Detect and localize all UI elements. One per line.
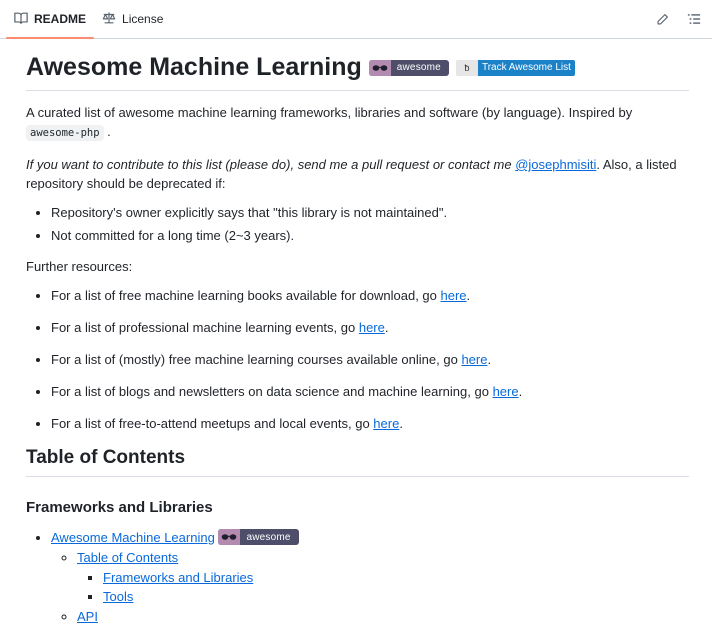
tab-license-label: License [122,12,164,26]
pencil-icon[interactable] [654,11,670,27]
resource-end: . [487,352,492,367]
resource-end: . [399,416,403,431]
tab-readme-label: README [34,12,87,26]
resource-link[interactable]: here [461,352,487,367]
list-item: For a list of professional machine learn… [51,318,689,337]
toc-item: Awesome Machine Learning awesome Table o… [51,528,689,626]
track-awesome-badge-label: Track Awesome List [477,59,575,76]
resource-text: For a list of (mostly) free machine lear… [51,352,458,367]
toc-link[interactable]: API [77,609,98,624]
resource-text: For a list of free machine learning book… [51,288,437,303]
resource-link[interactable]: here [359,320,385,335]
intro-paragraph: A curated list of awesome machine learni… [26,103,689,143]
awesome-badge[interactable]: awesome [368,59,449,76]
track-logo-icon: ƀ [455,59,478,76]
track-awesome-badge[interactable]: ƀ Track Awesome List [455,59,575,76]
list-item: For a list of (mostly) free machine lear… [51,350,689,369]
intro-end: . [107,124,111,139]
toc-link[interactable]: Frameworks and Libraries [103,570,253,585]
resource-link[interactable]: here [441,288,467,303]
resource-text: For a list of free-to-attend meetups and… [51,416,370,431]
toc-item: Frameworks and Libraries [103,568,689,587]
page-title: Awesome Machine Learning awesome ƀ Track… [26,53,689,91]
contribute-italic: If you want to contribute to this list (… [26,157,512,172]
book-icon [14,11,28,28]
toc-heading: Table of Contents [26,447,689,477]
resources-list: For a list of free machine learning book… [26,286,689,433]
awesome-badge[interactable]: awesome [218,529,299,545]
list-item: For a list of free machine learning book… [51,286,689,305]
awesome-badge-label: awesome [396,62,441,73]
toc-item: Table of Contents Frameworks and Librari… [77,548,689,606]
awesome-badge-label: awesome [246,531,291,543]
sunglasses-icon [368,59,391,76]
list-item: Not committed for a long time (2~3 years… [51,226,689,245]
resource-end: . [518,384,523,399]
resource-link[interactable]: here [493,384,519,399]
author-link[interactable]: @josephmisiti [515,157,596,172]
toc-subsublist: Frameworks and Libraries Tools [77,568,689,606]
intro-text: A curated list of awesome machine learni… [26,105,633,120]
toc-sublist: Table of Contents Frameworks and Librari… [51,548,689,626]
contribute-paragraph: If you want to contribute to this list (… [26,155,689,193]
list-item: For a list of free-to-attend meetups and… [51,414,689,433]
toc-list: Awesome Machine Learning awesome Table o… [26,528,689,626]
resource-end: . [384,320,389,335]
toc-link[interactable]: Tools [103,589,133,604]
law-scale-icon [102,11,116,28]
outline-list-icon[interactable] [686,11,702,27]
list-item: Repository's owner explicitly says that … [51,203,689,222]
frameworks-heading: Frameworks and Libraries [26,499,213,516]
tab-actions [654,0,702,38]
page-title-text: Awesome Machine Learning [26,53,362,81]
readme-tabs: README License [0,0,712,39]
readme-content: Awesome Machine Learning awesome ƀ Track… [0,39,712,626]
resource-text: For a list of professional machine learn… [51,320,356,335]
list-item: For a list of blogs and newsletters on d… [51,382,689,401]
toc-item: API [77,607,689,626]
resource-link[interactable]: here [373,416,399,431]
resource-text: For a list of blogs and newsletters on d… [51,384,489,399]
further-resources-label: Further resources: [26,259,133,274]
toc-link[interactable]: Table of Contents [77,550,178,565]
toc-link[interactable]: Awesome Machine Learning [51,530,215,545]
toc-item: Tools [103,587,689,606]
deprecated-list: Repository's owner explicitly says that … [26,203,689,245]
tab-readme[interactable]: README [6,0,95,39]
resource-end: . [466,288,471,303]
tab-license[interactable]: License [94,0,171,38]
sunglasses-icon [218,529,241,545]
inline-code: awesome-php [26,125,104,141]
